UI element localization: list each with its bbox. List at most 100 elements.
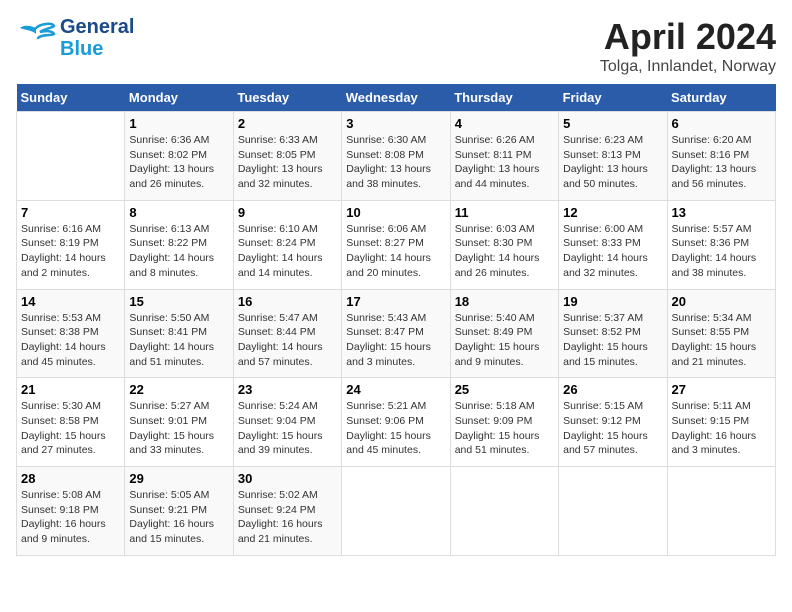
- day-number: 28: [21, 471, 120, 486]
- day-number: 24: [346, 382, 445, 397]
- day-info: Sunrise: 5:50 AM Sunset: 8:41 PM Dayligh…: [129, 311, 228, 370]
- calendar-cell: 4 Sunrise: 6:26 AM Sunset: 8:11 PM Daylig…: [450, 112, 558, 201]
- day-info: Sunrise: 6:00 AM Sunset: 8:33 PM Dayligh…: [563, 222, 662, 281]
- day-info: Sunrise: 6:13 AM Sunset: 8:22 PM Dayligh…: [129, 222, 228, 281]
- day-info: Sunrise: 5:08 AM Sunset: 9:18 PM Dayligh…: [21, 488, 120, 547]
- day-info: Sunrise: 5:47 AM Sunset: 8:44 PM Dayligh…: [238, 311, 337, 370]
- day-info: Sunrise: 5:30 AM Sunset: 8:58 PM Dayligh…: [21, 399, 120, 458]
- day-info: Sunrise: 5:34 AM Sunset: 8:55 PM Dayligh…: [672, 311, 771, 370]
- day-info: Sunrise: 5:11 AM Sunset: 9:15 PM Dayligh…: [672, 399, 771, 458]
- day-info: Sunrise: 5:15 AM Sunset: 9:12 PM Dayligh…: [563, 399, 662, 458]
- day-number: 3: [346, 116, 445, 131]
- day-info: Sunrise: 5:37 AM Sunset: 8:52 PM Dayligh…: [563, 311, 662, 370]
- calendar-cell: 23Sunrise: 5:24 AM Sunset: 9:04 PM Dayli…: [233, 378, 341, 467]
- calendar-cell: 11 Sunrise: 6:03 AM Sunset: 8:30 PM Dayli…: [450, 200, 558, 289]
- day-number: 21: [21, 382, 120, 397]
- day-info: Sunrise: 6:26 AM Sunset: 8:11 PM Dayligh…: [455, 133, 554, 192]
- calendar-cell: 12 Sunrise: 6:00 AM Sunset: 8:33 PM Dayli…: [559, 200, 667, 289]
- day-number: 25: [455, 382, 554, 397]
- title-area: April 2024 Tolga, Innlandet, Norway: [600, 16, 776, 76]
- calendar-cell: [342, 467, 450, 556]
- week-row-4: 21 Sunrise: 5:30 AM Sunset: 8:58 PM Dayli…: [17, 378, 776, 467]
- day-number: 22: [129, 382, 228, 397]
- day-number: 8: [129, 205, 228, 220]
- day-info: Sunrise: 5:18 AM Sunset: 9:09 PM Dayligh…: [455, 399, 554, 458]
- day-number: 9: [238, 205, 337, 220]
- day-info: Sunrise: 6:20 AM Sunset: 8:16 PM Dayligh…: [672, 133, 771, 192]
- calendar-cell: [559, 467, 667, 556]
- calendar-cell: 5Sunrise: 6:23 AM Sunset: 8:13 PM Daylig…: [559, 112, 667, 201]
- day-info: Sunrise: 5:05 AM Sunset: 9:21 PM Dayligh…: [129, 488, 228, 547]
- calendar-cell: 15 Sunrise: 5:50 AM Sunset: 8:41 PM Dayli…: [125, 289, 233, 378]
- day-number: 7: [21, 205, 120, 220]
- day-info: Sunrise: 5:53 AM Sunset: 8:38 PM Dayligh…: [21, 311, 120, 370]
- day-number: 20: [672, 294, 771, 309]
- day-number: 26: [563, 382, 662, 397]
- calendar-cell: 2 Sunrise: 6:33 AM Sunset: 8:05 PM Daylig…: [233, 112, 341, 201]
- calendar-cell: 8 Sunrise: 6:13 AM Sunset: 8:22 PM Daylig…: [125, 200, 233, 289]
- day-info: Sunrise: 5:57 AM Sunset: 8:36 PM Dayligh…: [672, 222, 771, 281]
- day-info: Sunrise: 6:30 AM Sunset: 8:08 PM Dayligh…: [346, 133, 445, 192]
- calendar-cell: 18Sunrise: 5:40 AM Sunset: 8:49 PM Dayli…: [450, 289, 558, 378]
- calendar-cell: [450, 467, 558, 556]
- calendar-cell: 29 Sunrise: 5:05 AM Sunset: 9:21 PM Dayli…: [125, 467, 233, 556]
- calendar-cell: 3 Sunrise: 6:30 AM Sunset: 8:08 PM Daylig…: [342, 112, 450, 201]
- day-info: Sunrise: 5:21 AM Sunset: 9:06 PM Dayligh…: [346, 399, 445, 458]
- location: Tolga, Innlandet, Norway: [600, 58, 776, 76]
- day-info: Sunrise: 6:36 AM Sunset: 8:02 PM Dayligh…: [129, 133, 228, 192]
- calendar-cell: 20 Sunrise: 5:34 AM Sunset: 8:55 PM Dayli…: [667, 289, 775, 378]
- calendar-cell: 27 Sunrise: 5:11 AM Sunset: 9:15 PM Dayli…: [667, 378, 775, 467]
- week-row-1: 1 Sunrise: 6:36 AM Sunset: 8:02 PM Daylig…: [17, 112, 776, 201]
- calendar-cell: 24 Sunrise: 5:21 AM Sunset: 9:06 PM Dayli…: [342, 378, 450, 467]
- col-header-saturday: Saturday: [667, 84, 775, 112]
- calendar-cell: 21 Sunrise: 5:30 AM Sunset: 8:58 PM Dayli…: [17, 378, 125, 467]
- calendar-header-row: SundayMondayTuesdayWednesdayThursdayFrid…: [17, 84, 776, 112]
- day-info: Sunrise: 5:02 AM Sunset: 9:24 PM Dayligh…: [238, 488, 337, 547]
- day-number: 10: [346, 205, 445, 220]
- day-info: Sunrise: 6:10 AM Sunset: 8:24 PM Dayligh…: [238, 222, 337, 281]
- day-number: 19: [563, 294, 662, 309]
- logo-blue: Blue: [60, 38, 134, 60]
- calendar-cell: 25 Sunrise: 5:18 AM Sunset: 9:09 PM Dayli…: [450, 378, 558, 467]
- calendar-cell: 28 Sunrise: 5:08 AM Sunset: 9:18 PM Dayli…: [17, 467, 125, 556]
- day-number: 2: [238, 116, 337, 131]
- day-number: 13: [672, 205, 771, 220]
- week-row-3: 14 Sunrise: 5:53 AM Sunset: 8:38 PM Dayli…: [17, 289, 776, 378]
- calendar-cell: 14 Sunrise: 5:53 AM Sunset: 8:38 PM Dayli…: [17, 289, 125, 378]
- day-info: Sunrise: 5:40 AM Sunset: 8:49 PM Dayligh…: [455, 311, 554, 370]
- logo-bird-icon: [16, 20, 56, 56]
- calendar-cell: [667, 467, 775, 556]
- page-header: General Blue April 2024 Tolga, Innlandet…: [16, 16, 776, 76]
- calendar-cell: 26 Sunrise: 5:15 AM Sunset: 9:12 PM Dayli…: [559, 378, 667, 467]
- day-info: Sunrise: 6:33 AM Sunset: 8:05 PM Dayligh…: [238, 133, 337, 192]
- calendar-cell: 7 Sunrise: 6:16 AM Sunset: 8:19 PM Daylig…: [17, 200, 125, 289]
- day-number: 12: [563, 205, 662, 220]
- month-title: April 2024: [600, 16, 776, 58]
- calendar-cell: 9 Sunrise: 6:10 AM Sunset: 8:24 PM Daylig…: [233, 200, 341, 289]
- day-number: 11: [455, 205, 554, 220]
- calendar-cell: 13 Sunrise: 5:57 AM Sunset: 8:36 PM Dayli…: [667, 200, 775, 289]
- calendar-table: SundayMondayTuesdayWednesdayThursdayFrid…: [16, 84, 776, 556]
- day-number: 5: [563, 116, 662, 131]
- calendar-cell: 1 Sunrise: 6:36 AM Sunset: 8:02 PM Daylig…: [125, 112, 233, 201]
- col-header-monday: Monday: [125, 84, 233, 112]
- calendar-cell: [17, 112, 125, 201]
- calendar-cell: 10 Sunrise: 6:06 AM Sunset: 8:27 PM Dayli…: [342, 200, 450, 289]
- day-info: Sunrise: 6:16 AM Sunset: 8:19 PM Dayligh…: [21, 222, 120, 281]
- day-number: 30: [238, 471, 337, 486]
- day-info: Sunrise: 6:06 AM Sunset: 8:27 PM Dayligh…: [346, 222, 445, 281]
- day-info: Sunrise: 6:03 AM Sunset: 8:30 PM Dayligh…: [455, 222, 554, 281]
- day-number: 17: [346, 294, 445, 309]
- col-header-wednesday: Wednesday: [342, 84, 450, 112]
- col-header-tuesday: Tuesday: [233, 84, 341, 112]
- day-number: 6: [672, 116, 771, 131]
- day-number: 4: [455, 116, 554, 131]
- calendar-cell: 22Sunrise: 5:27 AM Sunset: 9:01 PM Dayli…: [125, 378, 233, 467]
- day-number: 15: [129, 294, 228, 309]
- day-number: 16: [238, 294, 337, 309]
- day-number: 29: [129, 471, 228, 486]
- day-number: 27: [672, 382, 771, 397]
- day-number: 14: [21, 294, 120, 309]
- day-info: Sunrise: 5:43 AM Sunset: 8:47 PM Dayligh…: [346, 311, 445, 370]
- day-number: 1: [129, 116, 228, 131]
